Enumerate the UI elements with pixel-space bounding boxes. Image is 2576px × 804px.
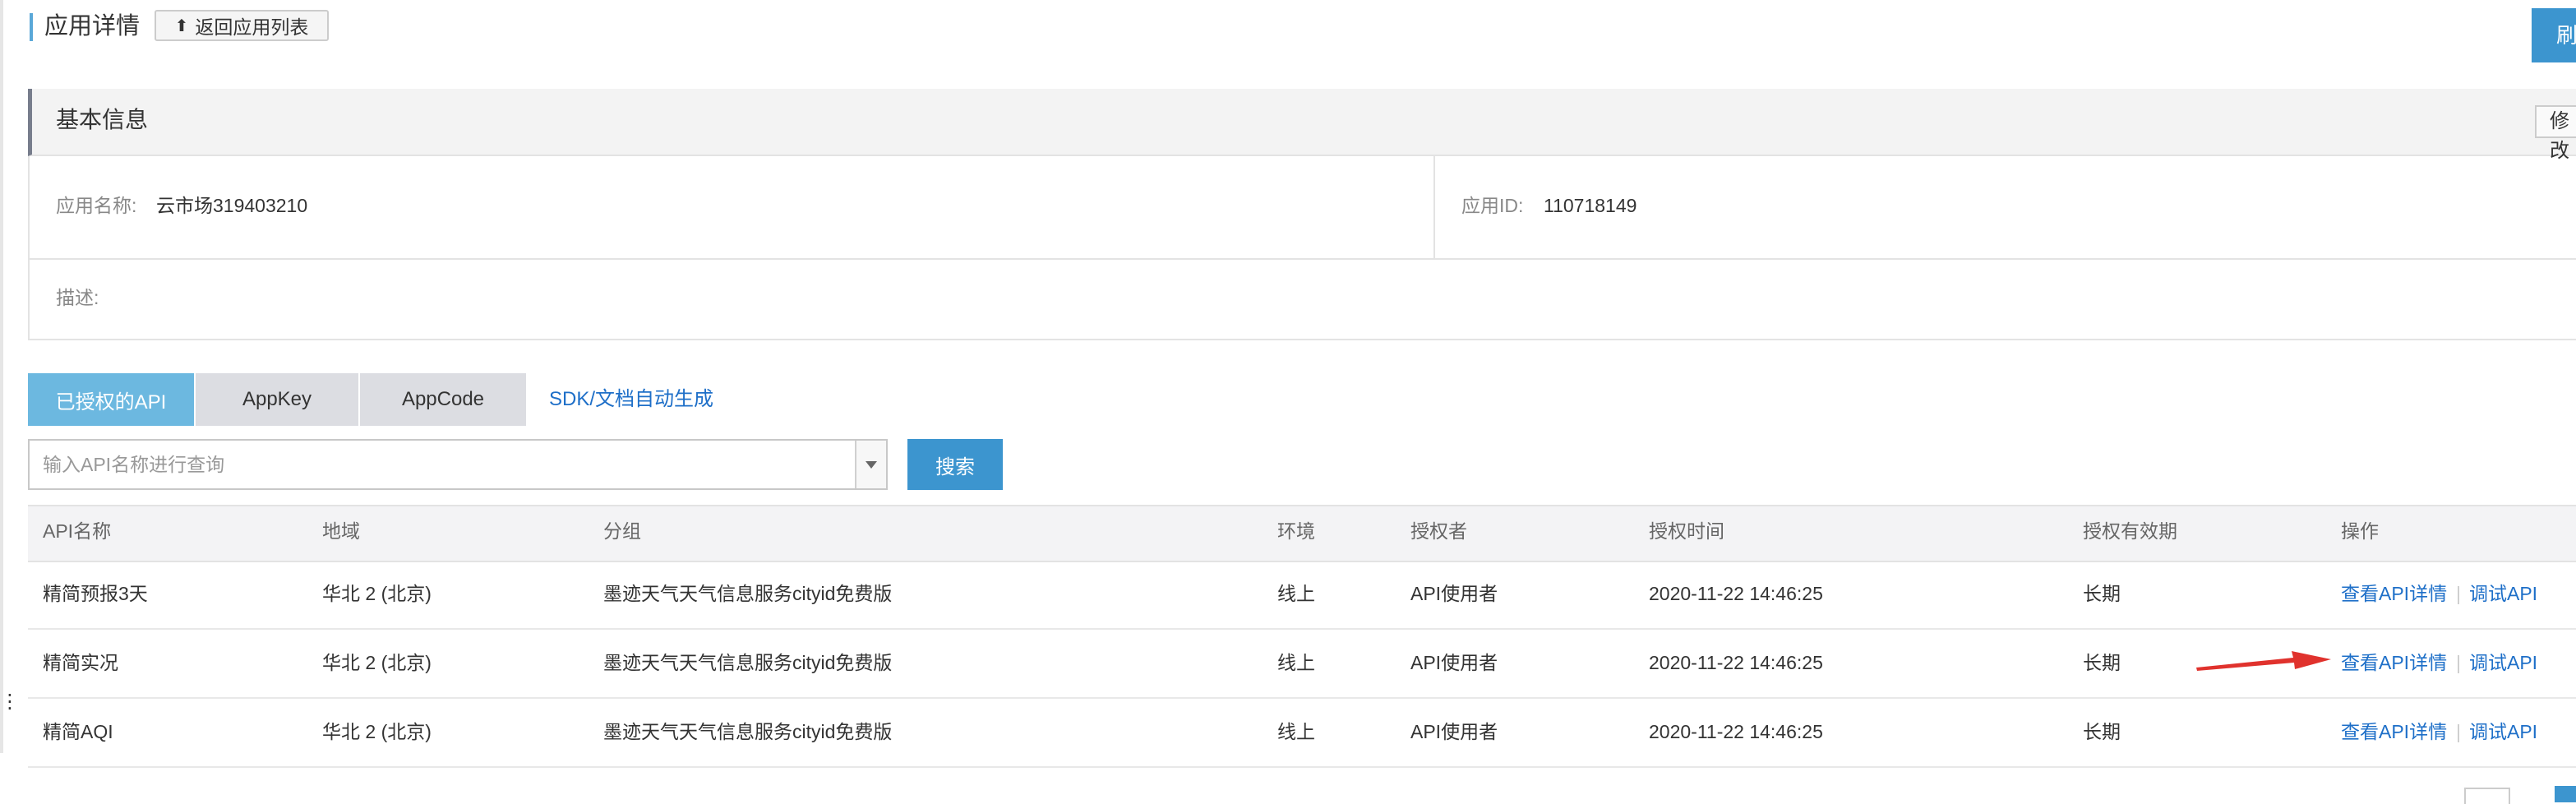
group-cell: 墨迹天气天气信息服务cityid免费版 [603,583,893,604]
grantor-cell: API使用者 [1410,583,1498,604]
column-header-group: 分组 [603,520,641,542]
column-header-grantor: 授权者 [1410,520,1467,542]
column-header-actions: 操作 [2341,520,2379,542]
row-divider [28,697,2576,699]
column-header-grant-time: 授权时间 [1649,520,1724,542]
basic-info-header [28,89,2576,156]
description-label: 描述: [56,287,99,308]
region-cell: 华北 2 (北京) [322,652,432,673]
validity-cell: 长期 [2083,721,2121,742]
info-row-divider [28,258,2576,260]
back-to-app-list-button[interactable]: ⬆ 返回应用列表 [155,10,329,41]
chevron-down-icon [866,460,877,469]
validity-cell: 长期 [2083,583,2121,604]
api-name-cell: 精简实况 [43,652,118,673]
sdk-doc-generate-link[interactable]: SDK/文档自动生成 [549,386,713,413]
column-header-validity: 授权有效期 [2083,520,2177,542]
grant-time-cell: 2020-11-22 14:46:25 [1649,652,1823,673]
grant-time-cell: 2020-11-22 14:46:25 [1649,721,1823,742]
debug-api-link[interactable]: 调试API [2469,719,2537,745]
row-divider [28,766,2576,768]
view-api-detail-link[interactable]: 查看API详情 [2341,719,2447,745]
api-name-cell: 精简AQI [43,721,113,742]
debug-api-link[interactable]: 调试API [2469,649,2537,676]
page-title: 应用详情 [44,13,141,39]
basic-info-title: 基本信息 [56,107,149,132]
api-search-combobox [28,439,888,490]
back-arrow-icon: ⬆ [174,16,189,35]
view-api-detail-link[interactable]: 查看API详情 [2341,580,2447,607]
api-search-input[interactable] [30,441,855,488]
action-separator: | [2456,652,2461,673]
app-name-value: 云市场319403210 [156,195,308,216]
refresh-button[interactable]: 刷 [2532,8,2576,62]
group-cell: 墨迹天气天气信息服务cityid免费版 [603,652,893,673]
tab-appcode[interactable]: AppCode [360,373,526,426]
debug-api-link[interactable]: 调试API [2469,580,2537,607]
column-header-environment: 环境 [1277,520,1315,542]
search-button[interactable]: 搜索 [907,439,1003,490]
grantor-cell: API使用者 [1410,721,1498,742]
grantor-cell: API使用者 [1410,652,1498,673]
row-divider [28,628,2576,630]
region-cell: 华北 2 (北京) [322,721,432,742]
validity-cell: 长期 [2083,652,2121,673]
action-separator: | [2456,583,2461,604]
more-icon[interactable]: ⋮ [0,692,20,712]
search-dropdown-toggle[interactable] [855,441,886,488]
action-separator: | [2456,721,2461,742]
pagination-current-page[interactable] [2555,786,2576,802]
title-accent-bar [30,13,33,41]
environment-cell: 线上 [1277,583,1315,604]
column-header-api-name: API名称 [43,520,112,542]
environment-cell: 线上 [1277,721,1315,742]
edit-button[interactable]: 修改 [2535,105,2576,162]
api-name-cell: 精简预报3天 [43,583,148,604]
grant-time-cell: 2020-11-22 14:46:25 [1649,583,1823,604]
region-cell: 华北 2 (北京) [322,583,432,604]
tab-authorized-api[interactable]: 已授权的API [28,373,194,426]
tab-appkey[interactable]: AppKey [196,373,358,426]
app-id-label: 应用ID: [1461,195,1524,216]
annotation-arrow-icon [2196,651,2331,671]
pagination-prev-button[interactable] [2464,788,2510,804]
group-cell: 墨迹天气天气信息服务cityid免费版 [603,721,893,742]
info-column-divider [1433,156,1435,258]
back-button-label: 返回应用列表 [195,16,309,38]
app-name-label: 应用名称: [56,195,137,216]
view-api-detail-link[interactable]: 查看API详情 [2341,649,2447,676]
column-header-region: 地域 [322,520,360,542]
left-edge-strip [0,0,3,753]
app-id-value: 110718149 [1544,195,1637,216]
environment-cell: 线上 [1277,652,1315,673]
